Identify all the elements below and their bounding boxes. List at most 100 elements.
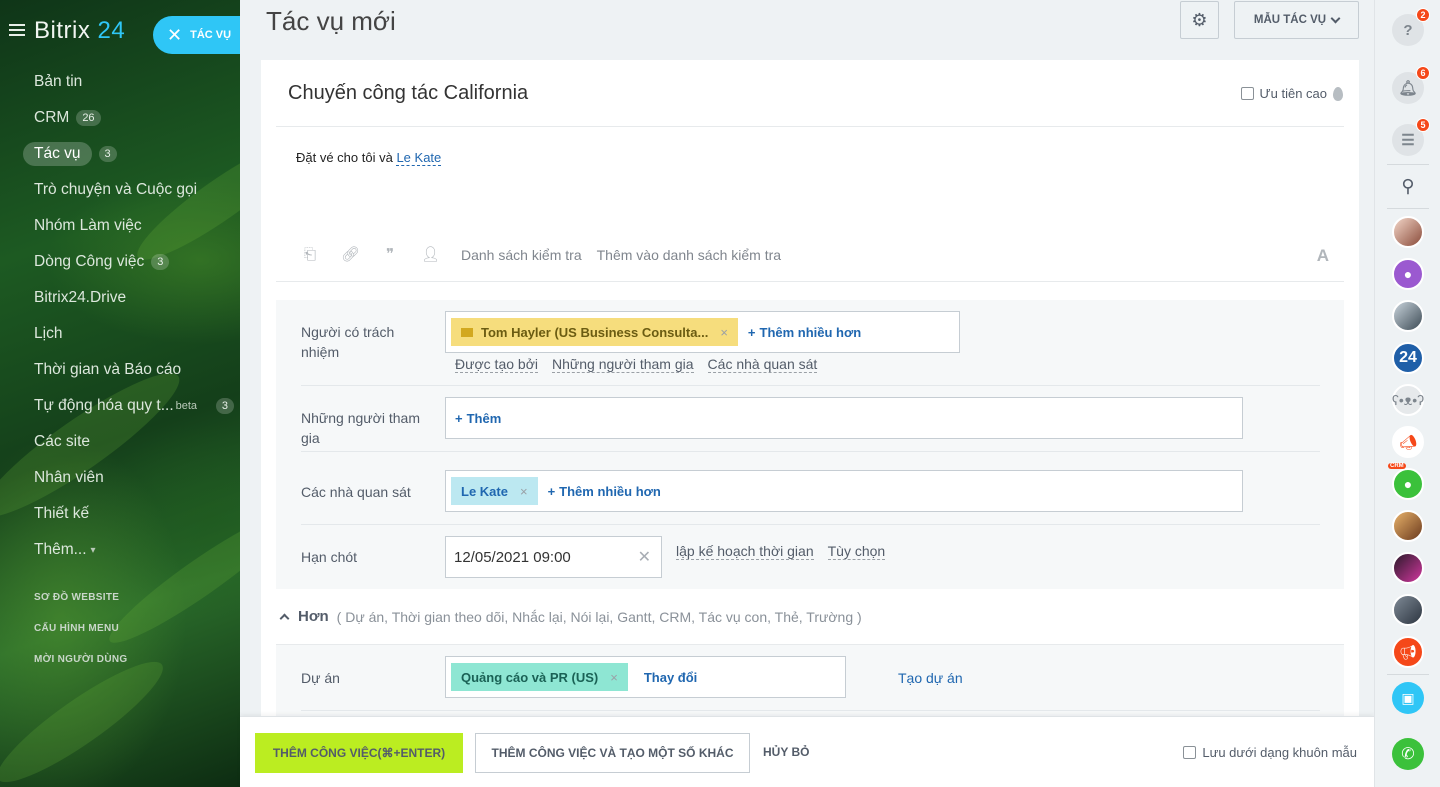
responsible-row: Người có trách nhiệm Tom Hayler (US Busi… — [301, 300, 1320, 386]
divider — [276, 126, 1344, 127]
configure-menu-link[interactable]: CẤU HÌNH MENU — [34, 623, 127, 654]
time-planning-link[interactable]: lập kế hoạch thời gian — [676, 543, 814, 560]
call-button[interactable]: ✆ — [1392, 738, 1424, 770]
close-icon: ✕ — [167, 24, 183, 45]
sidebar-small-links: SƠ ĐỒ WEBSITE CẤU HÌNH MENU MỜI NGƯỜI DÙ… — [34, 592, 127, 685]
menu-icon[interactable] — [9, 24, 25, 38]
megaphone-icon: 📢︎ — [1399, 643, 1417, 660]
high-priority-toggle[interactable]: Ưu tiên cao — [1240, 86, 1343, 101]
contact-avatar[interactable]: ● — [1392, 258, 1424, 290]
created-by-link[interactable]: Được tạo bởi — [455, 356, 538, 373]
help-button[interactable]: ? 2 — [1392, 8, 1430, 46]
bitrix-logo[interactable]: Bitrix 24 — [34, 17, 125, 45]
task-form-card: Chuyến công tác California Ưu tiên cao Đ… — [261, 60, 1359, 725]
phone-icon: ✆ — [1401, 746, 1415, 763]
open-lines-button[interactable]: ▣ — [1392, 682, 1424, 714]
bot-avatar[interactable]: ʕ•ᴥ•ʔ — [1392, 384, 1424, 416]
observers-link[interactable]: Các nhà quan sát — [707, 356, 818, 373]
cancel-button[interactable]: HỦY BỎ — [763, 745, 809, 759]
counter-badge: 26 — [76, 110, 101, 126]
add-to-checklist-link[interactable]: Thêm vào danh sách kiểm tra — [597, 247, 781, 263]
sidebar-item-workgroups[interactable]: Nhóm Làm việc — [0, 208, 240, 244]
divider — [1387, 674, 1429, 675]
clear-icon[interactable]: ✕ — [638, 547, 651, 567]
announcement-avatar[interactable]: 📣︎ — [1392, 426, 1424, 458]
notifications-button[interactable]: 🔔︎ 6 — [1392, 66, 1430, 104]
add-task-button[interactable]: THÊM CÔNG VIỆC(⌘+ENTER) — [255, 733, 463, 773]
help-icon: ? — [1403, 21, 1413, 39]
mail-icon — [461, 327, 473, 337]
sidebar-item-drive[interactable]: Bitrix24.Drive — [0, 280, 240, 316]
deadline-input[interactable]: 12/05/2021 09:00 ✕ — [445, 536, 662, 578]
sidebar-item-sites[interactable]: Các site — [0, 424, 240, 460]
tasks-pill-button[interactable]: ✕ TÁC VỤ — [153, 16, 240, 54]
chat-icon: ☰ — [1401, 132, 1415, 149]
more-section-toggle[interactable]: Hơn ( Dự án, Thời gian theo dõi, Nhắc lạ… — [279, 608, 862, 625]
sidebar-item-time-reports[interactable]: Thời gian và Báo cáo — [0, 352, 240, 388]
observer-chip[interactable]: Le Kate × — [451, 477, 538, 505]
participants-link[interactable]: Những người tham gia — [551, 356, 694, 373]
add-more-responsible-button[interactable]: + Thêm nhiều hơn — [748, 325, 861, 340]
sidebar-item-design[interactable]: Thiết kế — [0, 496, 240, 532]
task-description[interactable]: Đặt vé cho tôi và Le Kate — [296, 150, 442, 166]
observers-field[interactable]: Le Kate × + Thêm nhiều hơn — [445, 470, 1243, 512]
crm-avatar[interactable]: ● CRM — [1388, 463, 1424, 500]
chevron-down-icon — [1330, 13, 1341, 23]
text-format-icon[interactable]: A — [1317, 246, 1329, 266]
remove-icon[interactable]: × — [610, 670, 618, 685]
sidebar-item-tasks[interactable]: Tác vụ 3 — [0, 136, 240, 172]
sidebar-item-crm[interactable]: CRM 26 — [0, 100, 240, 136]
checklist-link[interactable]: Danh sách kiểm tra — [461, 247, 582, 263]
change-project-button[interactable]: Thay đổi — [644, 670, 697, 685]
messages-button[interactable]: ☰ 5 — [1392, 118, 1430, 156]
link-icon[interactable]: 🔗︎ — [341, 246, 360, 264]
sidebar-item-automation[interactable]: Tự động hóa quy t... beta 3 — [0, 388, 240, 424]
responsible-field[interactable]: Tom Hayler (US Business Consulta... × + T… — [445, 311, 960, 353]
project-label: Dự án — [301, 670, 340, 686]
contact-avatar[interactable] — [1392, 300, 1424, 332]
bitrix24-chat-avatar[interactable]: 24 — [1392, 342, 1424, 374]
people-fields-block: Người có trách nhiệm Tom Hayler (US Busi… — [276, 300, 1344, 589]
options-link[interactable]: Tùy chọn — [827, 543, 886, 560]
mention-user-icon[interactable]: 👤︎ — [421, 246, 440, 264]
counter-badge: 3 — [98, 146, 117, 162]
sitemap-link[interactable]: SƠ ĐỒ WEBSITE — [34, 592, 127, 623]
participants-field[interactable]: + Thêm — [445, 397, 1243, 439]
contact-avatar[interactable] — [1392, 510, 1424, 542]
contact-avatar[interactable] — [1392, 594, 1424, 626]
quote-icon[interactable]: ❞ — [381, 246, 399, 264]
save-as-template-toggle[interactable]: Lưu dưới dạng khuôn mẫu — [1183, 745, 1357, 760]
attach-file-icon[interactable]: ⎗ — [301, 246, 319, 264]
search-button[interactable]: ⚲ — [1392, 170, 1424, 202]
sidebar-item-calendar[interactable]: Lịch — [0, 316, 240, 352]
sidebar-item-more[interactable]: Thêm... ▾ — [0, 532, 240, 568]
contact-avatar[interactable] — [1392, 552, 1424, 584]
priority-checkbox[interactable] — [1240, 87, 1254, 100]
project-field[interactable]: Quảng cáo và PR (US) × Thay đổi — [445, 656, 846, 698]
add-more-observers-button[interactable]: + Thêm nhiều hơn — [548, 484, 661, 499]
sidebar-item-employees[interactable]: Nhân viên — [0, 460, 240, 496]
add-participant-button[interactable]: + Thêm — [455, 411, 501, 426]
responsible-chip[interactable]: Tom Hayler (US Business Consulta... × — [451, 318, 738, 346]
settings-button[interactable]: ⚙ — [1180, 1, 1219, 39]
project-chip[interactable]: Quảng cáo và PR (US) × — [451, 663, 628, 691]
counter-badge: 3 — [151, 254, 170, 270]
mention-link[interactable]: Le Kate — [396, 150, 442, 166]
add-task-and-create-another-button[interactable]: THÊM CÔNG VIỆC VÀ TẠO MỘT SỐ KHÁC — [475, 733, 750, 773]
invite-users-link[interactable]: MỜI NGƯỜI DÙNG — [34, 654, 127, 685]
create-project-link[interactable]: Tạo dự án — [898, 670, 963, 686]
editor-toolbar: ⎗ 🔗︎ ❞ 👤︎ Danh sách kiểm tra Thêm vào da… — [301, 244, 1343, 266]
task-title-input[interactable]: Chuyến công tác California — [288, 82, 528, 105]
deadline-links: lập kế hoạch thời gian Tùy chọn — [676, 543, 899, 560]
sidebar-nav: Bản tin CRM 26 Tác vụ 3 Trò chuyện và Cuộc… — [0, 64, 240, 568]
remove-icon[interactable]: × — [520, 484, 528, 499]
save-template-checkbox[interactable] — [1183, 746, 1197, 759]
channel-avatar[interactable]: 📢︎ — [1392, 636, 1424, 668]
sidebar-item-chat[interactable]: Trò chuyện và Cuộc gọi — [0, 172, 240, 208]
sidebar-item-news[interactable]: Bản tin — [0, 64, 240, 100]
observers-row: Các nhà quan sát Le Kate × + Thêm nhiều h… — [301, 452, 1320, 525]
contact-avatar[interactable] — [1392, 216, 1424, 248]
sidebar-item-workflows[interactable]: Dòng Công việc 3 — [0, 244, 240, 280]
task-template-button[interactable]: MẪU TÁC VỤ — [1234, 1, 1359, 39]
remove-icon[interactable]: × — [720, 325, 728, 340]
